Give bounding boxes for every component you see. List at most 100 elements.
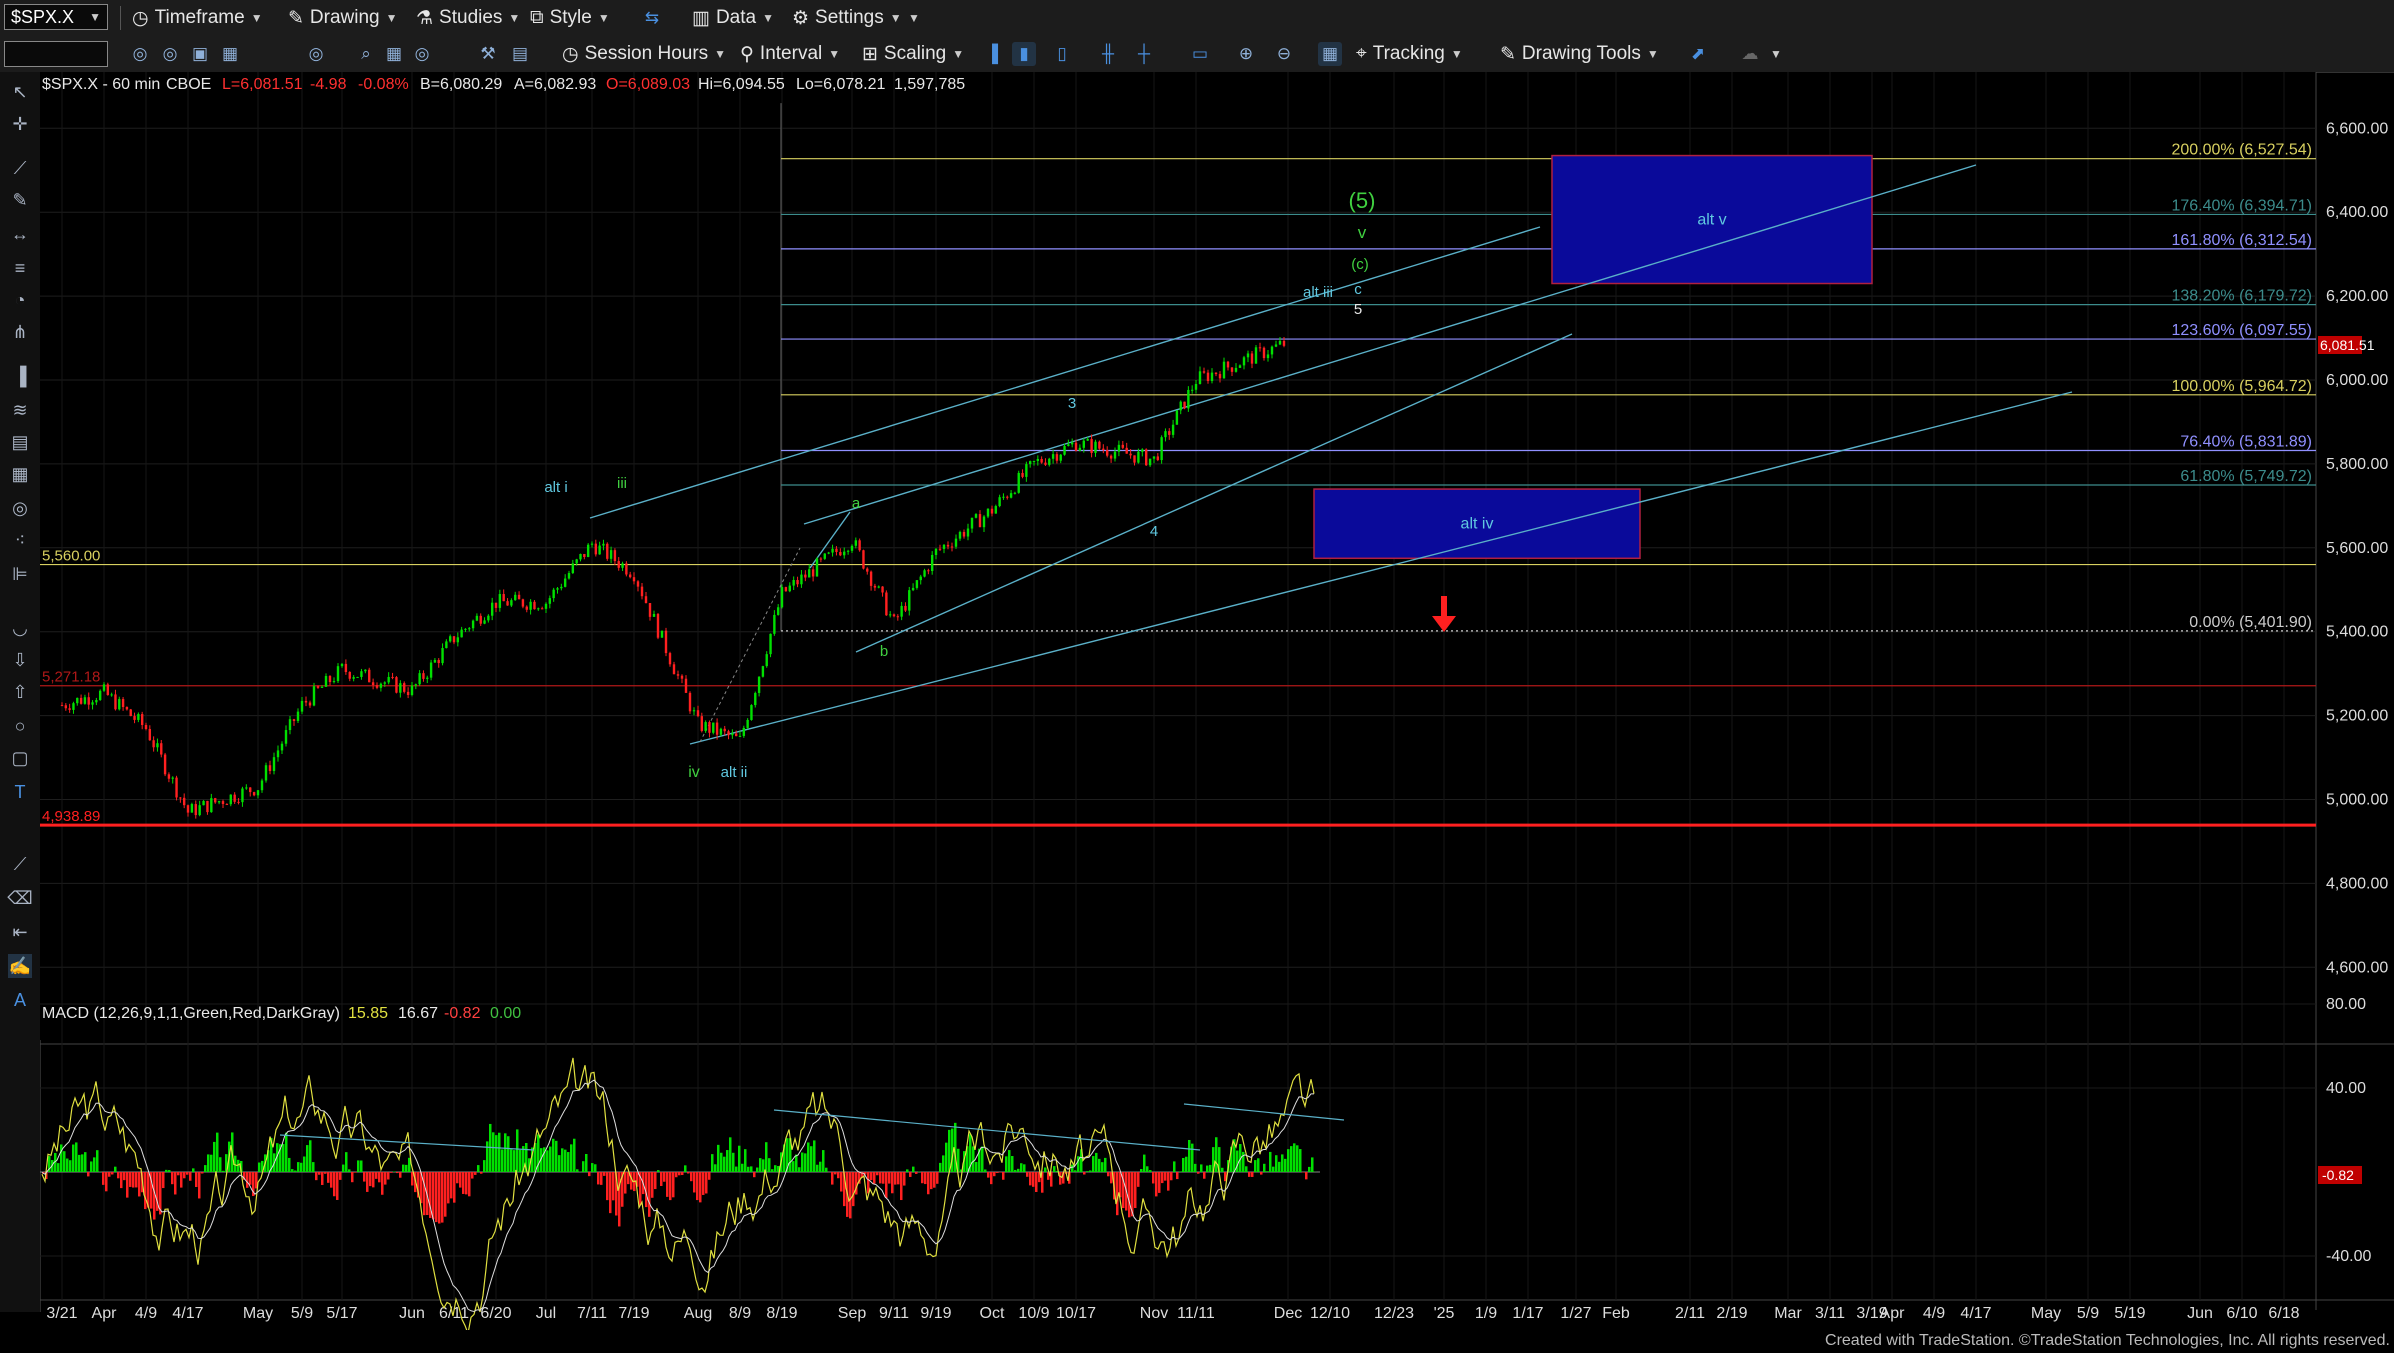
macd-histogram-bar <box>183 1172 186 1179</box>
macd-histogram-bar <box>1245 1166 1248 1172</box>
wave-label: alt iii <box>1303 284 1333 301</box>
change-value: -4.98 <box>310 76 347 93</box>
candle-body <box>1164 431 1167 438</box>
macd-histogram-bar <box>483 1160 486 1172</box>
macd-histogram-bar <box>681 1172 684 1176</box>
candle-body <box>445 641 448 649</box>
candle-body <box>1048 458 1051 465</box>
macd-histogram-bar <box>612 1172 615 1201</box>
macd-histogram-bar <box>1272 1166 1275 1172</box>
macd-histogram-bar <box>1203 1172 1206 1179</box>
macd-histogram-bar <box>513 1150 516 1172</box>
macd-histogram-bar <box>120 1172 123 1189</box>
candle-body <box>1148 458 1152 466</box>
macd-histogram-bar <box>768 1158 771 1172</box>
candle-body <box>656 613 660 638</box>
fib-level-label: 176.40% (6,394.71) <box>2171 197 2312 214</box>
macd-histogram-bar <box>1275 1155 1278 1172</box>
candle-body <box>202 800 205 806</box>
symbol-info: $SPX.X - 60 min <box>42 76 160 93</box>
candle-body <box>684 678 688 693</box>
macd-histogram-bar <box>1146 1166 1149 1172</box>
candle-body <box>982 516 986 528</box>
candle-body <box>994 506 998 514</box>
candle-body <box>140 714 144 726</box>
price-tick-label: 6,200.00 <box>2326 288 2388 305</box>
macd-histogram-bar <box>996 1172 999 1173</box>
time-tick-label: 3/11 <box>1815 1305 1845 1322</box>
macd-histogram-bar <box>1176 1172 1179 1180</box>
macd-histogram-bar <box>672 1172 675 1198</box>
candle-body <box>1282 340 1286 346</box>
candle-body <box>525 606 528 610</box>
time-tick-label: 4/9 <box>1923 1305 1945 1322</box>
fib-level-label: 200.00% (6,527.54) <box>2171 142 2312 159</box>
macd-histogram-bar <box>447 1172 450 1204</box>
candle-body <box>1094 441 1097 453</box>
candle-body <box>1266 354 1270 359</box>
candle-body <box>974 514 978 518</box>
macd-histogram-bar <box>300 1162 303 1172</box>
candle-body <box>970 517 974 529</box>
macd-tick-label: 80.00 <box>2326 996 2366 1013</box>
candle-body <box>544 603 548 609</box>
macd-histogram-bar <box>684 1165 687 1172</box>
macd-histogram-bar <box>345 1152 348 1172</box>
candle-body <box>316 686 320 688</box>
candle-body <box>437 659 440 664</box>
time-tick-label: 4/17 <box>1960 1305 1991 1322</box>
price-tick-label: 6,400.00 <box>2326 204 2388 221</box>
candle-body <box>727 731 730 736</box>
macd-histogram-bar <box>564 1149 567 1172</box>
macd-histogram-bar <box>285 1132 288 1172</box>
macd-histogram-bar <box>1263 1163 1266 1172</box>
macd-histogram-bar <box>1206 1165 1209 1172</box>
candle-body <box>256 790 260 796</box>
time-tick-label: 4/17 <box>172 1305 203 1322</box>
macd-histogram-bar <box>912 1166 915 1172</box>
candle-body <box>280 743 284 751</box>
macd-histogram-bar <box>570 1144 573 1172</box>
macd-histogram-bar <box>603 1172 606 1176</box>
candle-body <box>930 554 934 571</box>
macd-histogram-bar <box>759 1158 762 1172</box>
candle-body <box>900 605 903 617</box>
candle-body <box>360 671 363 677</box>
candle-body <box>375 685 379 688</box>
macd-histogram-bar <box>108 1172 111 1177</box>
candle-body <box>1145 449 1148 466</box>
macd-histogram-bar <box>795 1154 798 1172</box>
macd-histogram-bar <box>315 1172 318 1181</box>
candle-body <box>252 792 256 796</box>
candle-body <box>464 628 467 630</box>
macd-histogram-bar <box>111 1172 114 1175</box>
candle-body <box>72 703 75 710</box>
macd-histogram-bar <box>747 1166 750 1172</box>
candle-body <box>672 664 676 675</box>
wave-label: v <box>1358 223 1367 242</box>
candle-body <box>167 774 171 779</box>
candle-body <box>237 801 240 803</box>
macd-histogram-bar <box>105 1172 108 1192</box>
macd-histogram-bar <box>516 1129 519 1172</box>
wave-label: iv <box>688 764 700 781</box>
candle-body <box>915 580 919 588</box>
candle-body <box>264 765 268 781</box>
macd-histogram-bar <box>798 1167 801 1172</box>
macd-histogram-bar <box>807 1142 810 1172</box>
price-chart[interactable]: 200.00% (6,527.54) 176.40% (6,394.71) 161.… <box>0 0 2394 1330</box>
candle-body <box>1102 448 1105 451</box>
macd-histogram-bar <box>171 1172 174 1185</box>
candle-body <box>175 777 178 798</box>
candle-body <box>742 727 746 736</box>
macd-histogram-bar <box>624 1172 627 1194</box>
macd-histogram-bar <box>1011 1156 1014 1172</box>
candle-body <box>1214 372 1218 375</box>
macd-histogram-bar <box>441 1172 444 1223</box>
candle-body <box>529 601 532 610</box>
time-tick-label: 1/17 <box>1512 1305 1543 1322</box>
candle-body <box>719 728 723 735</box>
candle-body <box>368 669 371 683</box>
macd-histogram-bar <box>324 1172 327 1174</box>
macd-histogram-bar <box>774 1165 777 1172</box>
